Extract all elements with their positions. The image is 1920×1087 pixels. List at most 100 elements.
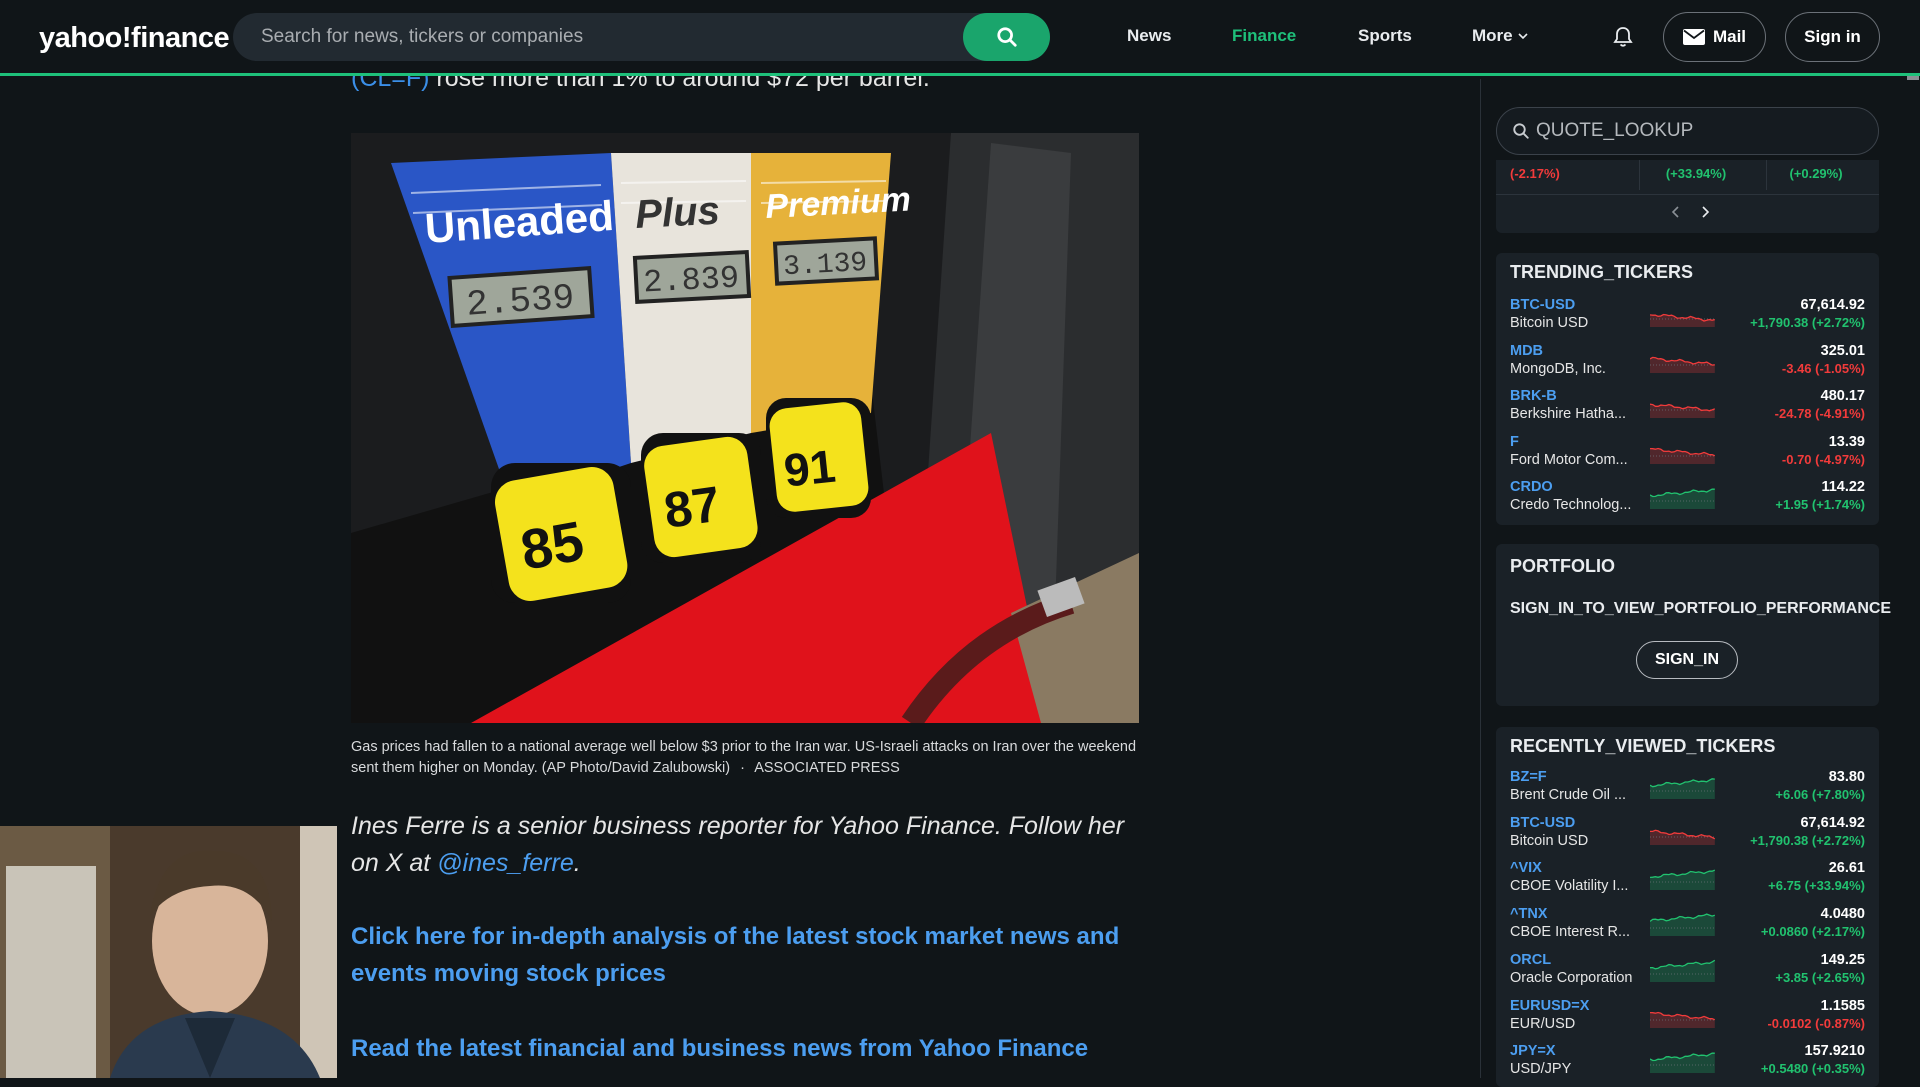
search-icon (1513, 123, 1529, 139)
ticker-row[interactable]: BTC-USD Bitcoin USD 67,614.92 +1,790.38 (+2… (1510, 813, 1865, 857)
grade-label-premium: Premium (764, 180, 911, 226)
ticker-row[interactable]: ORCL Oracle Corporation 149.25 +3.85 (+2.65… (1510, 950, 1865, 994)
ticker-change: +1,790.38 (+2.72%) (1750, 315, 1865, 330)
ticker-change: +0.0860 (+2.17%) (1760, 924, 1865, 940)
market-divider (1496, 194, 1879, 195)
ticker-symbol[interactable]: BZ=F (1510, 769, 1547, 785)
octane-91: 91 (782, 440, 838, 497)
webcam-person-image (0, 826, 337, 1078)
ticker-row[interactable]: BRK-B Berkshire Hatha... 480.17 -24.78 (-4.… (1510, 386, 1865, 430)
ticker-row[interactable]: JPY=X USD/JPY 157.9210 +0.5480 (+0.35%) (1510, 1041, 1865, 1085)
sparkline-chart (1650, 447, 1716, 464)
page-scrollbar[interactable] (1906, 62, 1920, 1078)
cta-analysis-link[interactable]: Click here for in-depth analysis of the … (351, 918, 1171, 992)
ticker-symbol[interactable]: BRK-B (1510, 388, 1557, 404)
market-change-1: (-2.17%) (1510, 166, 1560, 181)
ticker-row[interactable]: ^VIX CBOE Volatility I... 26.61 +6.75 (+33.… (1510, 858, 1865, 902)
search-icon (996, 27, 1017, 47)
sparkline-chart (1650, 829, 1716, 845)
market-change-3: (+0.29%) (1789, 166, 1843, 181)
nav-more-label: More (1472, 26, 1513, 45)
ticker-row[interactable]: ^TNX CBOE Interest R... 4.0480 +0.0860 (+2.… (1510, 904, 1865, 948)
photo-caption: Gas prices had fallen to a national aver… (351, 737, 1151, 779)
top-navigation-bar: yahoo!finance News Finance Sports More M… (0, 0, 1920, 76)
ticker-symbol[interactable]: BTC-USD (1510, 815, 1575, 831)
ticker-symbol[interactable]: MDB (1510, 343, 1543, 359)
ticker-name: CBOE Volatility I... (1510, 878, 1629, 895)
caption-separator: · (740, 760, 745, 776)
ticker-symbol[interactable]: ^VIX (1510, 860, 1542, 876)
ticker-price: 67,614.92 (1800, 814, 1865, 831)
nav-more[interactable]: More (1472, 26, 1528, 46)
market-summary-card: (-2.17%) (+33.94%) (+0.29%) (1496, 160, 1879, 233)
ticker-symbol[interactable]: JPY=X (1510, 1043, 1556, 1059)
sparkline-chart (1650, 869, 1716, 891)
ticker-name: Credo Technolog... (1510, 497, 1632, 513)
notifications-button[interactable] (1613, 26, 1633, 53)
ticker-row[interactable]: MDB MongoDB, Inc. 325.01 -3.46 (-1.05%) (1510, 341, 1865, 385)
chevron-left-icon[interactable] (1671, 206, 1681, 218)
ticker-symbol[interactable]: ^TNX (1510, 906, 1547, 922)
sparkline-chart (1650, 1011, 1716, 1028)
ticker-symbol[interactable]: BTC-USD (1510, 297, 1575, 313)
trending-tickers-title: TRENDING_TICKERS (1510, 262, 1694, 282)
article-photo-gas-pump[interactable]: Unleaded Plus Premium 2.539 2.839 3.139 … (351, 133, 1139, 723)
ticker-row[interactable]: F Ford Motor Com... 13.39 -0.70 (-4.97%) (1510, 432, 1865, 476)
octane-85: 85 (516, 509, 588, 582)
ticker-name: Berkshire Hatha... (1510, 406, 1627, 422)
market-change-2: (+33.94%) (1665, 166, 1727, 181)
mail-button[interactable]: Mail (1663, 12, 1766, 62)
ticker-symbol[interactable]: ORCL (1510, 952, 1551, 968)
nav-finance[interactable]: Finance (1232, 26, 1296, 46)
ticker-symbol[interactable]: EURUSD=X (1510, 998, 1589, 1014)
sparkline-chart (1650, 778, 1716, 799)
ticker-name: EUR/USD (1510, 1015, 1576, 1032)
ticker-row[interactable]: BTC-USD Bitcoin USD 67,614.92 +1,790.38 (+2… (1510, 295, 1865, 339)
ticker-change: +6.75 (+33.94%) (1768, 878, 1865, 894)
grade-label-plus: Plus (634, 189, 721, 237)
octane-87: 87 (661, 476, 724, 539)
ticker-change: +1,790.38 (+2.72%) (1750, 832, 1865, 848)
sparkline-chart (1650, 1052, 1716, 1074)
ticker-row[interactable]: EURUSD=X EUR/USD 1.1585 -0.0102 (-0.87%) (1510, 996, 1865, 1040)
ticker-name: Brent Crude Oil ... (1510, 787, 1627, 803)
portfolio-sign-in-button[interactable]: SIGN_IN (1636, 641, 1738, 679)
ticker-name: MongoDB, Inc. (1510, 360, 1606, 377)
ticker-change: -24.78 (-4.91%) (1774, 406, 1865, 421)
ticker-symbol[interactable]: F (1510, 434, 1519, 450)
ticker-price: 26.61 (1828, 860, 1865, 877)
mail-icon (1682, 29, 1705, 45)
ticker-price: 4.0480 (1820, 906, 1865, 923)
ticker-change: +1.95 (+1.74%) (1775, 497, 1865, 512)
rail-divider (1480, 79, 1481, 1078)
chevron-right-icon[interactable] (1700, 206, 1710, 218)
ticker-price: 1.1585 (1820, 997, 1865, 1014)
ticker-change: -3.46 (-1.05%) (1781, 360, 1865, 376)
ticker-price: 157.9210 (1804, 1043, 1865, 1060)
ticker-symbol[interactable]: CRDO (1510, 479, 1553, 495)
cta-news-link[interactable]: Read the latest financial and business n… (351, 1030, 1171, 1067)
search-input[interactable] (261, 13, 981, 61)
ticker-change: -0.0102 (-0.87%) (1767, 1015, 1865, 1031)
search-button[interactable] (963, 13, 1050, 61)
author-bio-end: . (573, 849, 581, 877)
ticker-change: -0.70 (-4.97%) (1781, 451, 1865, 467)
gas-pump-illustration: Unleaded Plus Premium 2.539 2.839 3.139 … (351, 133, 1139, 723)
yahoo-finance-logo[interactable]: yahoo!finance (39, 22, 230, 55)
nav-sports[interactable]: Sports (1358, 26, 1412, 46)
search-bar (233, 13, 1050, 61)
ticker-row[interactable]: CRDO Credo Technolog... 114.22 +1.95 (+1.74… (1510, 477, 1865, 521)
chevron-down-icon (1518, 32, 1528, 39)
price-plus: 2.839 (642, 260, 740, 302)
portfolio-title: PORTFOLIO (1510, 556, 1615, 576)
ticker-name: USD/JPY (1510, 1061, 1572, 1078)
sign-in-button[interactable]: Sign in (1785, 12, 1880, 62)
ticker-change: +0.5480 (+0.35%) (1760, 1061, 1865, 1077)
ticker-row[interactable]: BZ=F Brent Crude Oil ... 83.80 +6.06 (+7.80… (1510, 767, 1865, 811)
ticker-name: Bitcoin USD (1510, 832, 1589, 849)
quote-lookup-input[interactable] (1536, 108, 1866, 153)
ticker-price: 83.80 (1828, 769, 1865, 785)
author-handle-link[interactable]: @ines_ferre (437, 849, 574, 877)
sign-in-label: Sign in (1804, 27, 1861, 46)
nav-news[interactable]: News (1127, 26, 1171, 46)
